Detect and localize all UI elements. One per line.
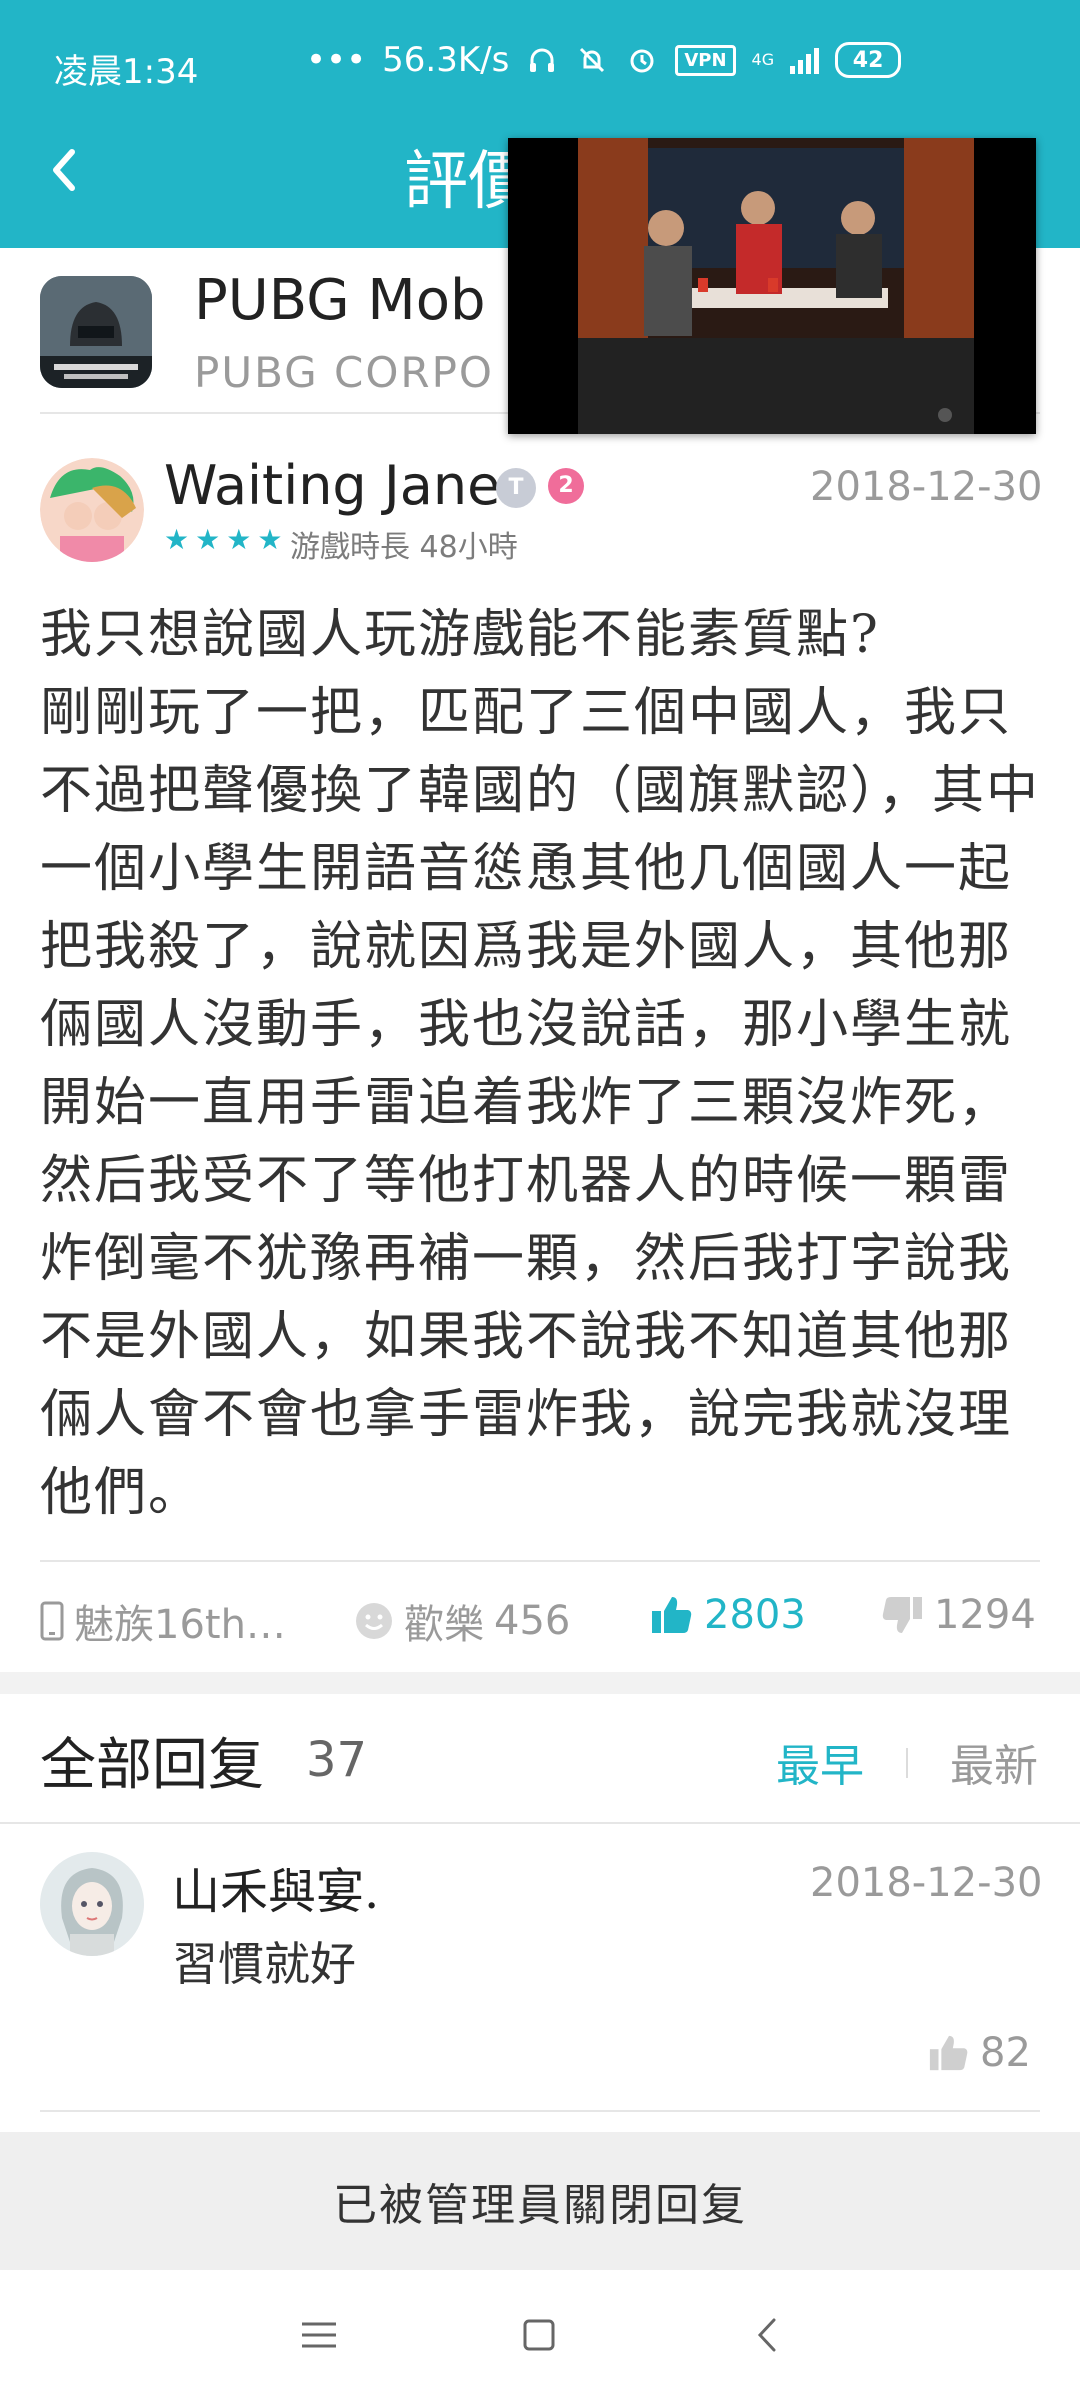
rating-stars: ★ ★ ★ ★ [164,524,282,556]
section-separator [0,1672,1080,1694]
fun-label: 歡樂 [404,1602,484,1648]
thumbs-up-icon [652,1597,692,1633]
replies-closed-notice: 已被管理員關閉回复 [0,2132,1080,2270]
battery-indicator: 42 [835,42,902,78]
square-home-icon [523,2319,555,2351]
thumbs-up-icon [929,2035,968,2071]
back-arrow-icon [757,2318,776,2352]
user-level-badge: T [496,468,536,508]
reply-username[interactable]: 山禾與宴. [172,1852,379,1922]
star-icon: ★ [164,523,190,556]
dislike-count: 1294 [934,1592,1036,1638]
reply-avatar[interactable] [40,1852,144,1956]
headphones-icon [525,43,559,77]
sort-divider [906,1748,908,1778]
menu-icon [302,2322,336,2348]
more-dots-icon: ••• [306,40,367,80]
network-speed: 56.3K/s [382,40,510,80]
status-time: 凌晨1:34 [54,52,199,92]
nav-back-button[interactable] [744,2310,794,2360]
reviewer-avatar[interactable] [40,458,144,562]
user-rank-badge: 2 [548,468,584,504]
signal-icon [790,46,820,74]
reply-text: 習慣就好 [172,1937,356,1991]
reviewer-name[interactable]: Waiting Jane [164,454,500,517]
video-frame [508,138,1036,434]
app-company: PUBG CORPO [194,348,494,397]
like-button[interactable]: 2803 [650,1592,806,1638]
dislike-button[interactable]: 1294 [880,1592,1036,1638]
phone-icon [40,1601,64,1641]
network-type: 4G [751,50,775,69]
video-overlay[interactable] [508,138,1036,434]
nav-menu-button[interactable] [294,2310,344,2360]
star-icon: ★ [226,523,252,556]
review-meta-row: 魅族16th… 歡樂 456 2803 1294 [40,1592,1040,1648]
app-icon[interactable] [40,276,152,388]
chevron-left-icon [53,149,75,191]
nav-home-button[interactable] [514,2310,564,2360]
reply-like-count: 82 [980,2030,1031,2076]
replies-count: 37 [306,1732,368,1788]
device-label: 魅族16th… [74,1602,286,1648]
sort-earliest-tab[interactable]: 最早 [776,1730,864,1794]
device-info: 魅族16th… [40,1592,286,1650]
divider [0,1822,1080,1824]
star-icon: ★ [257,523,283,556]
replies-title: 全部回复 [40,1733,264,1798]
pubg-logo-icon [40,276,152,388]
sort-latest-tab[interactable]: 最新 [950,1730,1038,1794]
thumbs-down-icon [882,1597,922,1633]
review-text: 我只想說國人玩游戲能不能素質點? 剛剛玩了一把，匹配了三個中國人，我只不過把聲優… [40,605,1041,1523]
avatar-image [40,458,144,562]
back-button[interactable] [40,140,90,200]
app-name: PUBG Mob [194,268,486,333]
reply-date: 2018-12-30 [810,1860,1043,1906]
smile-icon [356,1603,392,1639]
alarm-icon [625,43,659,77]
divider [40,1560,1040,1562]
status-bar-right: ••• 56.3K/s VPN 4G 42 [306,36,902,84]
bell-off-icon [575,43,609,77]
divider [40,2110,1040,2112]
like-count: 2803 [704,1592,806,1638]
play-time: 游戲時長 48小時 [290,530,518,565]
review-date: 2018-12-30 [810,464,1043,510]
vpn-indicator: VPN [675,44,736,76]
fun-count: 456 [494,1598,571,1644]
fun-button[interactable]: 歡樂 456 [354,1592,570,1650]
reply-like-button[interactable]: 82 [928,2030,1031,2076]
system-nav-bar [0,2270,1080,2400]
star-icon: ★ [195,523,221,556]
avatar-image [40,1852,144,1956]
